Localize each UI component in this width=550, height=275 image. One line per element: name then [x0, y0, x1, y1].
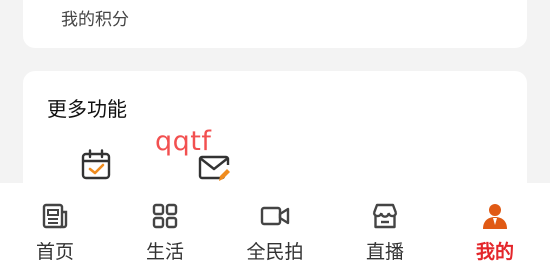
tab-label: 全民拍	[246, 241, 304, 263]
calendar-check-icon[interactable]	[79, 148, 113, 182]
news-icon	[42, 203, 68, 229]
tab-live[interactable]: 直播	[330, 183, 440, 275]
tab-citizen-shoot[interactable]: 全民拍	[220, 183, 330, 275]
section-title: 更多功能	[47, 97, 127, 121]
tab-label: 首页	[35, 241, 74, 263]
tab-label: 生活	[145, 241, 184, 263]
video-camera-icon	[260, 206, 290, 226]
store-icon	[372, 203, 398, 229]
tab-home[interactable]: 首页	[0, 183, 110, 275]
bottom-tab-bar: 首页 生活 全民拍 直播 我的	[0, 183, 550, 275]
tab-life[interactable]: 生活	[110, 183, 220, 275]
tab-label: 直播	[365, 241, 404, 263]
grid-icon	[152, 203, 178, 229]
tab-mine[interactable]: 我的	[440, 183, 550, 275]
points-card[interactable]: 我的积分	[23, 0, 527, 48]
user-icon	[483, 204, 507, 229]
overlay-text: qqtf	[155, 126, 212, 157]
tab-label: 我的	[475, 241, 514, 263]
my-points-label: 我的积分	[61, 10, 129, 30]
